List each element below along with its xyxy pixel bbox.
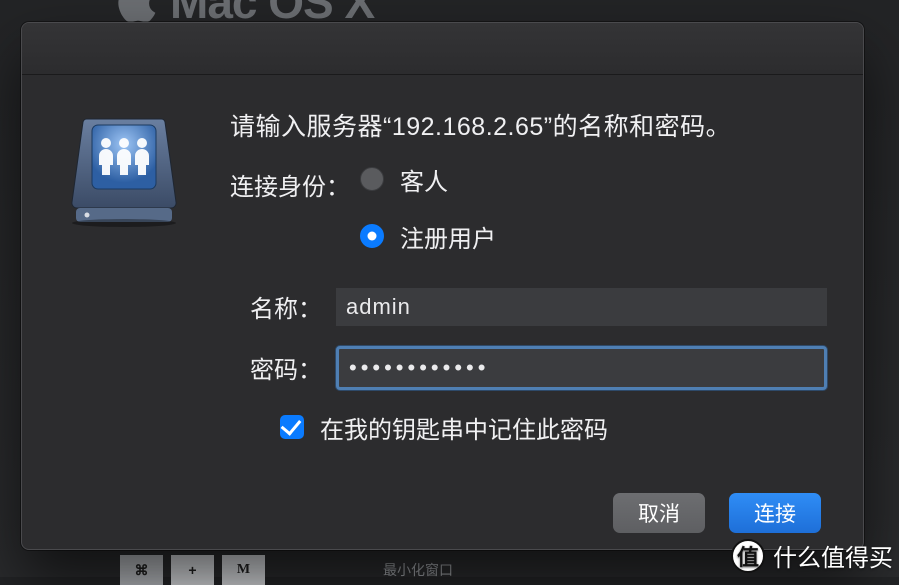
background-m-chip: M [222, 555, 265, 585]
cancel-button[interactable]: 取消 [613, 493, 705, 533]
connect-button[interactable]: 连接 [729, 493, 821, 533]
radio-option-guest[interactable]: 客人 [360, 162, 448, 197]
background-bottom-label: 最小化窗口 [383, 560, 453, 580]
apple-logo-icon [118, 0, 160, 23]
watermark-badge-icon: 值 [731, 539, 765, 573]
radio-registered-input[interactable] [360, 224, 384, 248]
background-bottom-toolbar: ⌘ + M 最小化窗口 [120, 555, 453, 585]
watermark: 值 什么值得买 [731, 538, 893, 573]
remember-password-row[interactable]: 在我的钥匙串中记住此密码 [280, 410, 827, 445]
radio-guest-input[interactable] [360, 167, 384, 191]
name-input[interactable] [336, 288, 827, 326]
remember-password-label: 在我的钥匙串中记住此密码 [320, 410, 608, 445]
network-drive-icon [70, 117, 178, 227]
background-keyboard-icon: ⌘ [120, 555, 163, 585]
dialog-prompt: 请输入服务器“192.168.2.65”的名称和密码。 [230, 111, 827, 144]
identity-label: 连接身份： [230, 167, 360, 202]
server-connect-dialog: 请输入服务器“192.168.2.65”的名称和密码。 连接身份： 客人 注册用… [21, 22, 864, 550]
radio-guest-label: 客人 [400, 162, 448, 197]
password-label: 密码： [230, 350, 322, 385]
radio-option-registered[interactable]: 注册用户 [360, 219, 827, 254]
name-label: 名称： [230, 289, 322, 324]
dialog-titlebar [22, 23, 863, 75]
remember-password-checkbox[interactable] [280, 415, 304, 439]
radio-registered-label: 注册用户 [400, 219, 496, 254]
password-input[interactable] [336, 346, 827, 390]
background-plus-chip: + [171, 555, 214, 585]
watermark-text: 什么值得买 [773, 538, 893, 573]
